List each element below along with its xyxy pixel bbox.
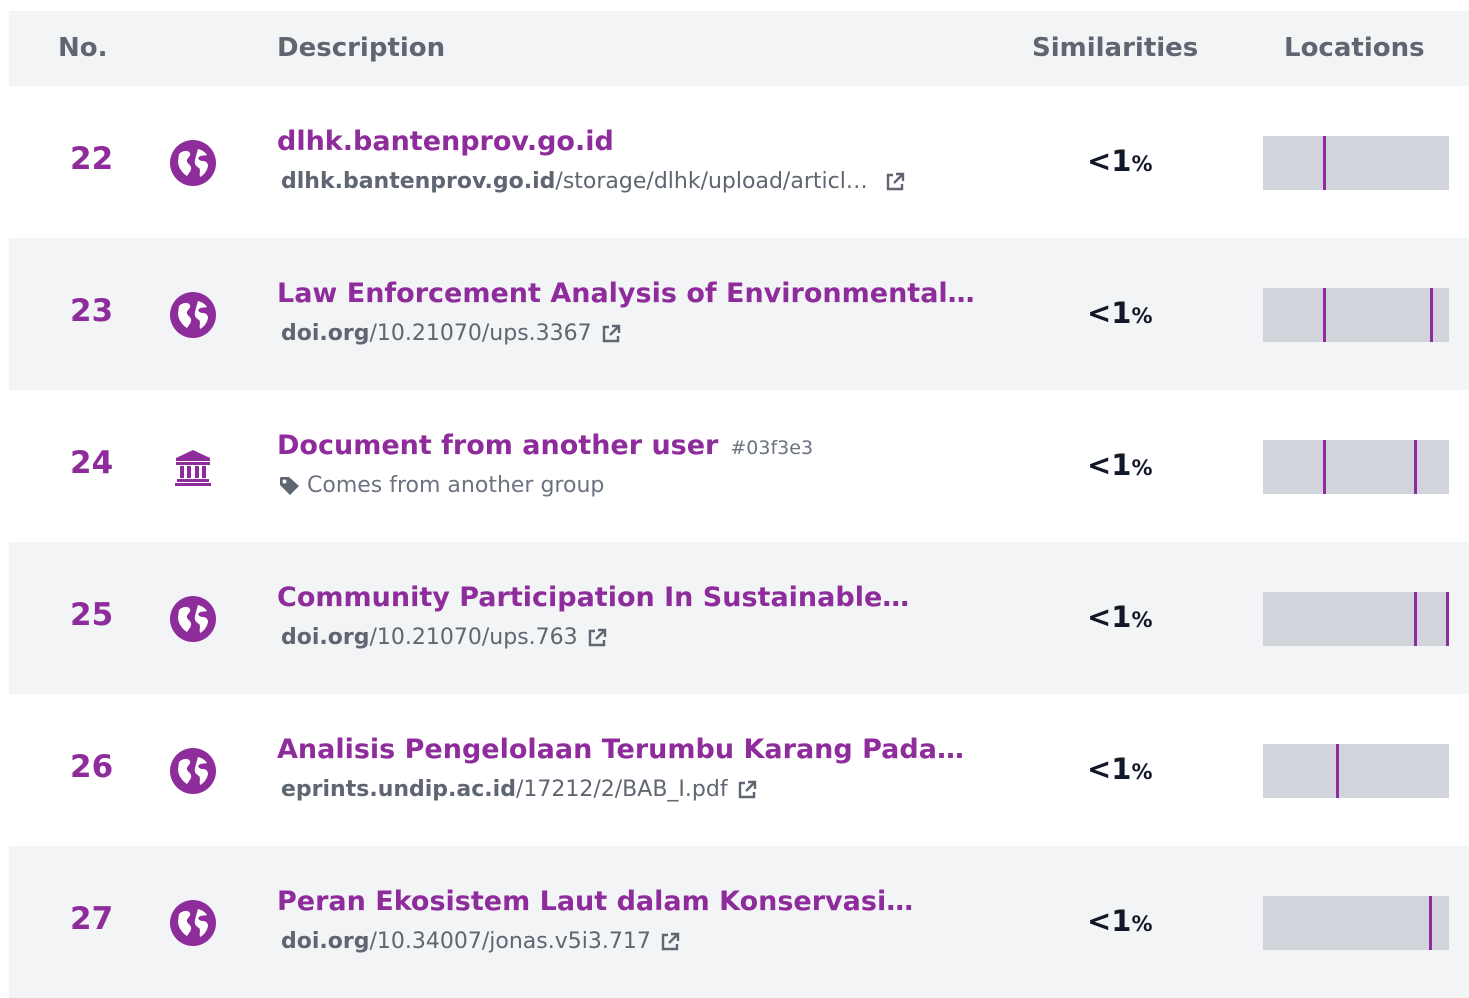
table-row: 24 Document from another user #03f3e3 Com… [9,390,1469,542]
source-url: doi.org /10.21070/ups.3367 [281,321,622,346]
institution-icon [170,444,216,490]
location-marker[interactable] [1323,440,1326,494]
header-description: Description [277,33,446,63]
source-domain: eprints.undip.ac.id [281,777,516,802]
globe-icon [170,140,216,186]
source-url: doi.org /10.21070/ups.763 [281,625,608,650]
location-marker[interactable] [1414,440,1417,494]
source-domain: doi.org [281,321,370,346]
similarity-percent: % [1131,608,1153,632]
row-number: 23 [70,293,114,329]
similarity-value: <1% [1087,448,1153,482]
table-header: No. Description Similarities Locations [9,11,1469,86]
source-title-link[interactable]: Peran Ekosistem Laut dalam Konservasi… [277,886,913,917]
globe-icon [170,596,216,642]
similarity-number: <1 [1087,144,1132,178]
similarity-value: <1% [1087,144,1153,178]
external-link-icon[interactable] [736,779,758,801]
table-row: 26 Analisis Pengelolaan Terumbu Karang P… [9,694,1469,846]
row-number: 27 [70,901,114,937]
similarity-value: <1% [1087,904,1153,938]
location-marker[interactable] [1323,288,1326,342]
source-domain: doi.org [281,929,370,954]
source-path: /storage/dlhk/upload/articl… [555,169,868,194]
source-domain: dlhk.bantenprov.go.id [281,169,556,194]
source-title-link[interactable]: Law Enforcement Analysis of Environmenta… [277,278,975,309]
source-path: /10.34007/jonas.v5i3.717 [369,929,651,954]
location-marker[interactable] [1336,744,1339,798]
source-path: /10.21070/ups.3367 [369,321,592,346]
source-url: dlhk.bantenprov.go.id /storage/dlhk/uplo… [281,169,906,194]
similarity-number: <1 [1087,904,1132,938]
source-title-link[interactable]: Document from another user #03f3e3 [277,430,813,461]
similarity-percent: % [1131,304,1153,328]
source-url: doi.org /10.34007/jonas.v5i3.717 [281,929,681,954]
location-bar[interactable] [1263,136,1449,190]
location-marker[interactable] [1429,896,1432,950]
external-link-icon[interactable] [659,931,681,953]
external-link-icon[interactable] [600,323,622,345]
source-url: eprints.undip.ac.id /17212/2/BAB_I.pdf [281,777,758,802]
row-number: 26 [70,749,114,785]
row-number: 24 [70,445,114,481]
source-title: Document from another user [277,430,719,461]
external-link-icon[interactable] [586,627,608,649]
similarity-value: <1% [1087,296,1153,330]
source-path: /10.21070/ups.763 [369,625,578,650]
location-marker[interactable] [1323,136,1326,190]
row-number: 25 [70,597,114,633]
similarity-percent: % [1131,152,1153,176]
similarity-percent: % [1131,456,1153,480]
table-row: 25 Community Participation In Sustainabl… [9,542,1469,694]
table-row: 22 dlhk.bantenprov.go.id dlhk.bantenprov… [9,86,1469,238]
sources-table: No. Description Similarities Locations 2… [9,11,1469,998]
similarity-percent: % [1131,760,1153,784]
source-title-link[interactable]: Analisis Pengelolaan Terumbu Karang Pada… [277,734,964,765]
globe-icon [170,292,216,338]
row-number: 22 [70,141,114,177]
source-domain: doi.org [281,625,370,650]
location-marker[interactable] [1430,288,1433,342]
header-no: No. [58,33,108,63]
tag-icon [279,476,301,496]
similarity-percent: % [1131,912,1153,936]
header-similarities: Similarities [1032,33,1199,63]
location-marker[interactable] [1414,592,1417,646]
globe-icon [170,900,216,946]
table-row: 23 Law Enforcement Analysis of Environme… [9,238,1469,390]
similarity-number: <1 [1087,600,1132,634]
location-bar[interactable] [1263,744,1449,798]
external-link-icon[interactable] [884,171,906,193]
globe-icon [170,748,216,794]
location-marker[interactable] [1446,592,1449,646]
location-bar[interactable] [1263,592,1449,646]
location-bar[interactable] [1263,896,1449,950]
similarity-number: <1 [1087,296,1132,330]
location-bar[interactable] [1263,288,1449,342]
source-title-link[interactable]: Community Participation In Sustainable… [277,582,909,613]
source-path: /17212/2/BAB_I.pdf [515,777,728,802]
document-hash: #03f3e3 [730,437,814,459]
similarity-value: <1% [1087,752,1153,786]
group-label: Comes from another group [307,473,605,498]
similarity-value: <1% [1087,600,1153,634]
source-title-link[interactable]: dlhk.bantenprov.go.id [277,126,614,157]
header-locations: Locations [1284,33,1425,63]
location-bar[interactable] [1263,440,1449,494]
table-row: 27 Peran Ekosistem Laut dalam Konservasi… [9,846,1469,998]
source-group: Comes from another group [279,473,604,498]
similarity-number: <1 [1087,752,1132,786]
similarity-number: <1 [1087,448,1132,482]
